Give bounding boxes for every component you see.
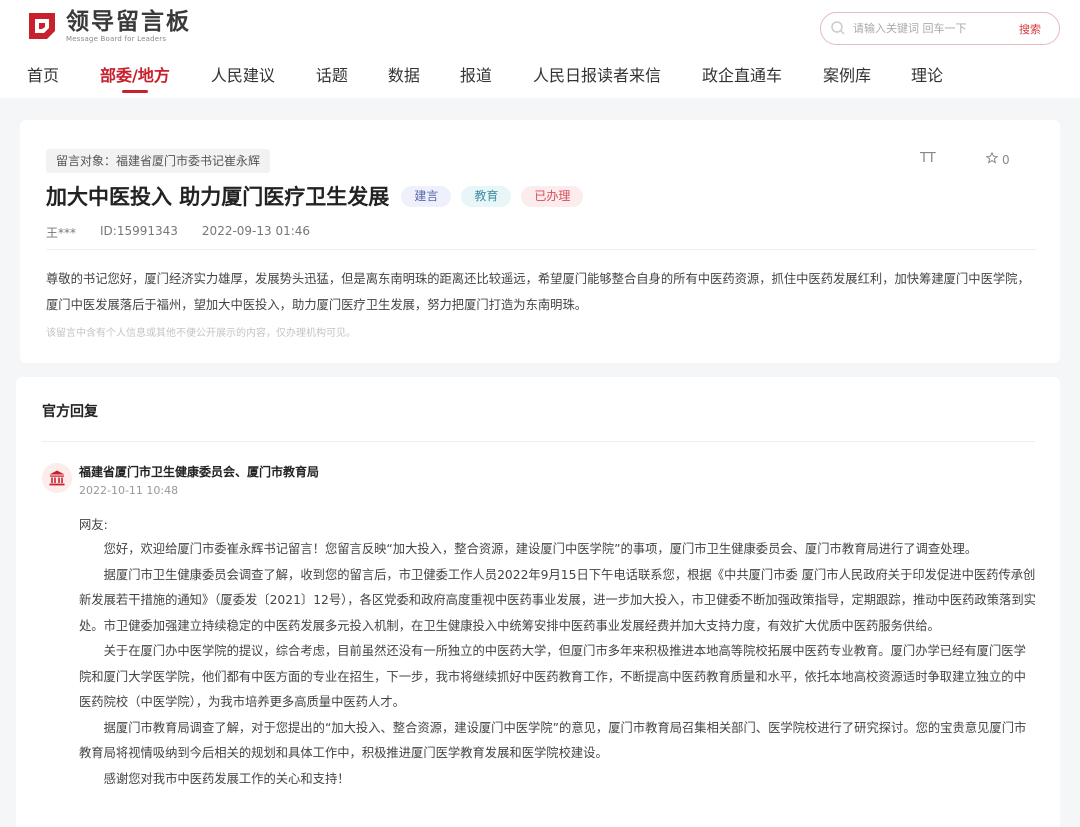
logo-title: 领导留言板 [66, 8, 191, 35]
message-body: 尊敬的书记您好，厦门经济实力雄厚，发展势头迅猛，但是离东南明珠的距离还比较遥远，… [46, 272, 1030, 312]
nav-item-reader-letters[interactable]: 人民日报读者来信 [533, 62, 661, 90]
reply-org-name: 福建省厦门市卫生健康委员会、厦门市教育局 [79, 465, 320, 479]
message-meta: 王*** ID:15991343 2022-09-13 01:46 [46, 224, 310, 241]
nav-item-topics[interactable]: 话题 [316, 62, 348, 90]
government-building-icon [42, 463, 72, 493]
reply-card: 官方回复 福建省厦门市卫生健康委员会、厦门市教育局 2022-10-11 10:… [16, 377, 1060, 827]
nav-item-enterprise[interactable]: 政企直通车 [702, 62, 782, 90]
status-badge: 已办理 [521, 185, 584, 207]
reply-paragraph: 感谢您对我市中医药发展工作的关心和支持！ [103, 771, 350, 786]
tag-suggestion: 建言 [401, 185, 452, 207]
font-size-toggle[interactable]: TT [920, 151, 936, 166]
logo-subtitle: Message Board for Leaders [66, 34, 167, 43]
reply-datetime: 2022-10-11 10:48 [79, 484, 179, 497]
reply-paragraph: 据厦门市教育局调查了解，对于您提出的“加大投入、整合资源，建设厦门中医学院”的意… [79, 720, 1027, 761]
message-card: 留言对象：福建省厦门市委书记崔永辉 TT 0 加大中医投入 助力厦门医疗卫生发展… [20, 120, 1060, 363]
nav-item-theory[interactable]: 理论 [911, 62, 943, 90]
message-id: ID:15991343 [100, 224, 178, 238]
nav-item-data[interactable]: 数据 [388, 62, 420, 90]
tag-education: 教育 [461, 185, 512, 207]
title-row: 加大中医投入 助力厦门医疗卫生发展 建言 教育 已办理 [46, 180, 584, 212]
nav-item-cases[interactable]: 案例库 [823, 62, 871, 90]
reply-greeting: 网友: [79, 518, 108, 532]
star-icon [985, 151, 999, 167]
main-nav: 首页 部委/地方 人民建议 话题 数据 报道 人民日报读者来信 政企直通车 案例… [27, 62, 943, 93]
message-title: 加大中医投入 助力厦门医疗卫生发展 [46, 185, 390, 209]
site-logo[interactable]: 领导留言板 Message Board for Leaders [26, 8, 191, 44]
reply-paragraph: 关于在厦门办中医学院的提议，综合考虑，目前虽然还没有一所独立的中医药大学，但厦门… [79, 644, 1026, 709]
reply-paragraph: 据厦门市卫生健康委员会调查了解，收到您的留言后，市卫健委工作人员2022年9月1… [79, 567, 1036, 633]
nav-item-home[interactable]: 首页 [27, 62, 59, 90]
privacy-note: 该留言中含有个人信息或其他不便公开展示的内容，仅办理机构可见。 [46, 328, 356, 339]
search-icon [827, 12, 853, 45]
divider [46, 249, 1036, 250]
message-author: 王*** [46, 226, 77, 240]
nav-item-reports[interactable]: 报道 [460, 62, 492, 90]
search-input[interactable] [853, 18, 1013, 39]
logo-icon [26, 9, 60, 43]
favorite-button[interactable]: 0 [985, 151, 1010, 167]
search-button[interactable]: 搜索 [1019, 21, 1041, 37]
top-header: 领导留言板 Message Board for Leaders 搜索 首页 部委… [0, 0, 1080, 98]
reply-body: 您好，欢迎给厦门市委崔永辉书记留言！您留言反映“加大投入，整合资源，建设厦门中医… [79, 537, 1036, 792]
reply-heading: 官方回复 [42, 404, 98, 420]
favorite-count: 0 [1002, 152, 1010, 167]
nav-item-people-suggestions[interactable]: 人民建议 [211, 62, 275, 90]
message-target: 留言对象：福建省厦门市委书记崔永辉 [46, 149, 271, 173]
divider [42, 441, 1035, 442]
reply-paragraph: 您好，欢迎给厦门市委崔永辉书记留言！您留言反映“加大投入，整合资源，建设厦门中医… [103, 542, 978, 556]
search-box: 搜索 [820, 12, 1060, 45]
message-datetime: 2022-09-13 01:46 [201, 224, 311, 238]
nav-item-ministries[interactable]: 部委/地方 [100, 62, 170, 93]
